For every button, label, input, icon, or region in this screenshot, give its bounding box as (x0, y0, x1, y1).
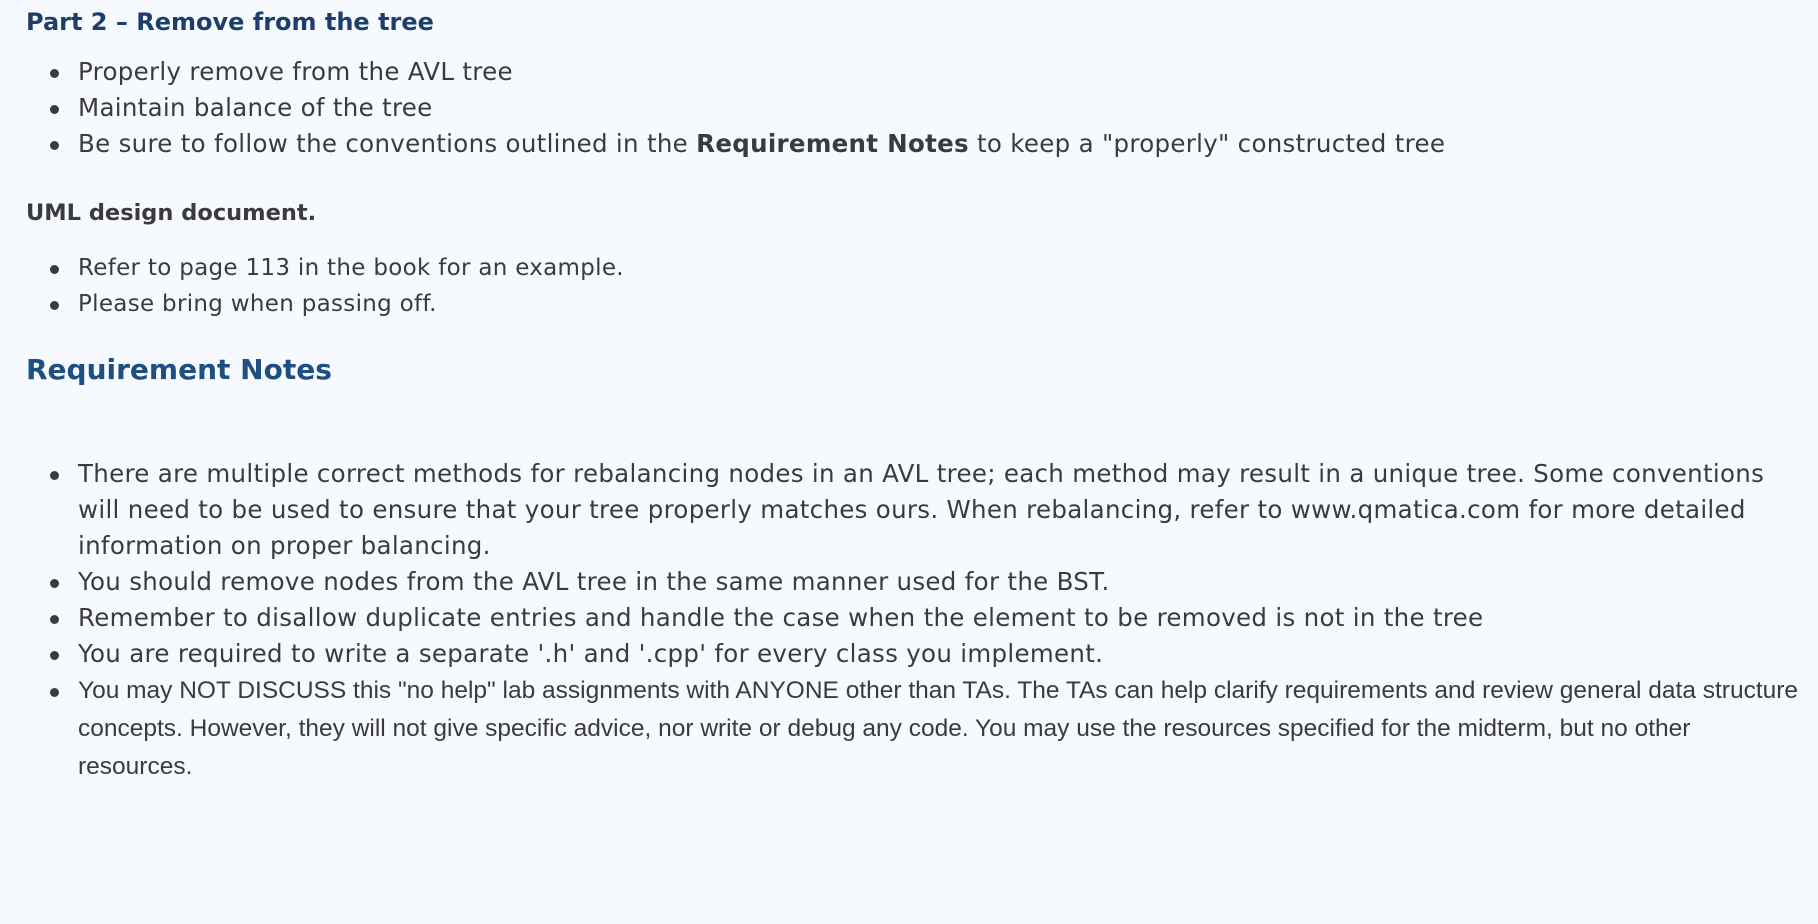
requirement-notes-list: There are multiple correct methods for r… (26, 456, 1806, 786)
list-item-text: to keep a "properly" constructed tree (968, 129, 1446, 158)
list-item: Properly remove from the AVL tree (50, 54, 1806, 90)
part2-heading: Part 2 – Remove from the tree (26, 8, 434, 36)
list-item: Please bring when passing off. (50, 286, 1806, 322)
list-item: Be sure to follow the conventions outlin… (50, 126, 1806, 162)
uml-list: Refer to page 113 in the book for an exa… (26, 250, 1806, 322)
list-item: Remember to disallow duplicate entries a… (50, 600, 1806, 636)
document-content: Part 2 – Remove from the tree Properly r… (26, 0, 1806, 786)
list-item: There are multiple correct methods for r… (50, 456, 1806, 564)
part2-list: Properly remove from the AVL tree Mainta… (26, 54, 1806, 162)
requirement-notes-heading: Requirement Notes (26, 353, 332, 386)
list-item: You should remove nodes from the AVL tre… (50, 564, 1806, 600)
list-item: Maintain balance of the tree (50, 90, 1806, 126)
list-item: Refer to page 113 in the book for an exa… (50, 250, 1806, 286)
list-item: You may NOT DISCUSS this "no help" lab a… (50, 672, 1806, 786)
list-item: You are required to write a separate '.h… (50, 636, 1806, 672)
uml-heading: UML design document. (26, 200, 317, 226)
requirement-notes-reference: Requirement Notes (696, 129, 969, 158)
list-item-text: Be sure to follow the conventions outlin… (78, 129, 697, 158)
